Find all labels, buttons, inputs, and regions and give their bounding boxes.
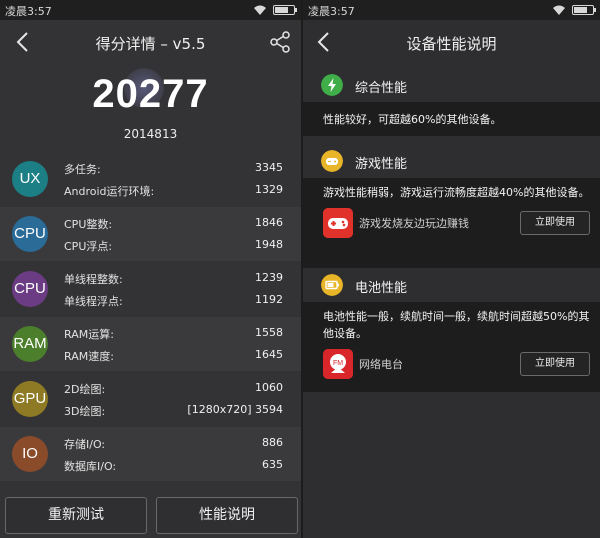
performance-explanation-screen: 凌晨3:57 设备性能说明 综合性能 性能较好，可超越60%的其他设备。 游戏性… <box>303 0 600 538</box>
category-io: IO 存储I/O: 886 数据库I/O: 635 <box>0 427 301 481</box>
io-badge: IO <box>12 436 48 472</box>
battery-icon <box>273 5 297 15</box>
battery-level-icon <box>321 274 343 296</box>
retest-button[interactable]: 重新测试 <box>5 497 147 534</box>
recommended-app: 游戏发烧友边玩边赚钱 立即使用 <box>323 205 592 243</box>
status-bar: 凌晨3:57 <box>303 0 600 20</box>
score-row: 数据库I/O: 635 <box>64 458 283 473</box>
section-body: 游戏性能稍弱，游戏运行流畅度超越40%的其他设备。 游戏发烧友边玩边赚钱 立即使… <box>303 178 600 268</box>
recommended-app: FM 网络电台 立即使用 <box>323 346 592 384</box>
radio-app-icon[interactable]: FM <box>323 349 353 379</box>
score-row: RAM速度: 1645 <box>64 348 283 363</box>
cpu-single-badge: CPU <box>12 271 48 307</box>
battery-icon <box>572 5 596 15</box>
category-cpu: CPU CPU整数: 1846 CPU浮点: 1948 <box>0 207 301 261</box>
svg-text:FM: FM <box>333 360 343 367</box>
page-title: 设备性能说明 <box>406 35 497 53</box>
section-header: 电池性能 <box>303 268 600 302</box>
section-body: 电池性能一般，续航时间一般，续航时间超越50%的其他设备。 FM 网络电台 立即… <box>303 302 600 392</box>
status-bar: 凌晨3:57 <box>0 0 301 20</box>
score-block: 20277 2014813 <box>0 64 301 152</box>
total-score: 20277 <box>92 72 209 116</box>
section-title: 综合性能 <box>355 81 408 96</box>
score-row: 2D绘图: 1060 <box>64 381 283 396</box>
cpu-badge: CPU <box>12 216 48 252</box>
score-row: 3D绘图: [1280x720] 3594 <box>64 403 283 418</box>
gamepad-icon <box>321 150 343 172</box>
game-app-icon[interactable] <box>323 208 353 238</box>
share-icon[interactable] <box>269 30 291 54</box>
score-row: RAM运算: 1558 <box>64 326 283 341</box>
section-title: 电池性能 <box>355 281 408 296</box>
device-model: 2014813 <box>123 127 178 141</box>
section-text: 游戏性能稍弱，游戏运行流畅度超越40%的其他设备。 <box>323 186 590 199</box>
wifi-icon <box>553 5 565 15</box>
score-row: CPU浮点: 1948 <box>64 238 283 253</box>
performance-explain-button[interactable]: 性能说明 <box>156 497 298 534</box>
section-body: 性能较好，可超越60%的其他设备。 <box>303 102 600 136</box>
score-row: 单线程浮点: 1192 <box>64 293 283 308</box>
title-bar: 得分详情 – v5.5 <box>0 20 301 64</box>
gpu-badge: GPU <box>12 381 48 417</box>
overall-performance-section: 综合性能 性能较好，可超越60%的其他设备。 <box>303 68 600 136</box>
wifi-icon <box>254 5 266 15</box>
score-row: 多任务: 3345 <box>64 161 283 176</box>
gaming-performance-section: 游戏性能 游戏性能稍弱，游戏运行流畅度超越40%的其他设备。 游戏发烧友边玩边赚… <box>303 144 600 268</box>
section-title: 游戏性能 <box>355 157 408 172</box>
app-name[interactable]: 游戏发烧友边玩边赚钱 <box>359 215 469 232</box>
title-bar: 设备性能说明 <box>303 20 600 64</box>
score-row: 存储I/O: 886 <box>64 436 283 451</box>
use-now-button[interactable]: 立即使用 <box>520 352 590 376</box>
page-title: 得分详情 – v5.5 <box>95 35 206 53</box>
category-gpu: GPU 2D绘图: 1060 3D绘图: [1280x720] 3594 <box>0 372 301 426</box>
ram-badge: RAM <box>12 326 48 362</box>
score-row: CPU整数: 1846 <box>64 216 283 231</box>
category-ux: UX 多任务: 3345 Android运行环境: 1329 <box>0 152 301 206</box>
score-details-screen: 凌晨3:57 得分详情 – v5.5 20277 2014813 UX 多任务:… <box>0 0 301 538</box>
status-time: 凌晨3:57 <box>308 5 355 18</box>
score-row: Android运行环境: 1329 <box>64 183 283 198</box>
battery-performance-section: 电池性能 电池性能一般，续航时间一般，续航时间超越50%的其他设备。 FM 网络… <box>303 268 600 392</box>
lightning-icon <box>321 74 343 96</box>
ux-badge: UX <box>12 161 48 197</box>
section-header: 综合性能 <box>303 68 600 102</box>
section-text: 电池性能一般，续航时间一般，续航时间超越50%的其他设备。 <box>323 310 590 340</box>
status-time: 凌晨3:57 <box>5 5 52 18</box>
app-name[interactable]: 网络电台 <box>359 356 403 373</box>
use-now-button[interactable]: 立即使用 <box>520 211 590 235</box>
section-text: 性能较好，可超越60%的其他设备。 <box>323 113 502 126</box>
score-row: 单线程整数: 1239 <box>64 271 283 286</box>
category-ram: RAM RAM运算: 1558 RAM速度: 1645 <box>0 317 301 371</box>
section-header: 游戏性能 <box>303 144 600 178</box>
category-single-thread: CPU 单线程整数: 1239 单线程浮点: 1192 <box>0 262 301 316</box>
